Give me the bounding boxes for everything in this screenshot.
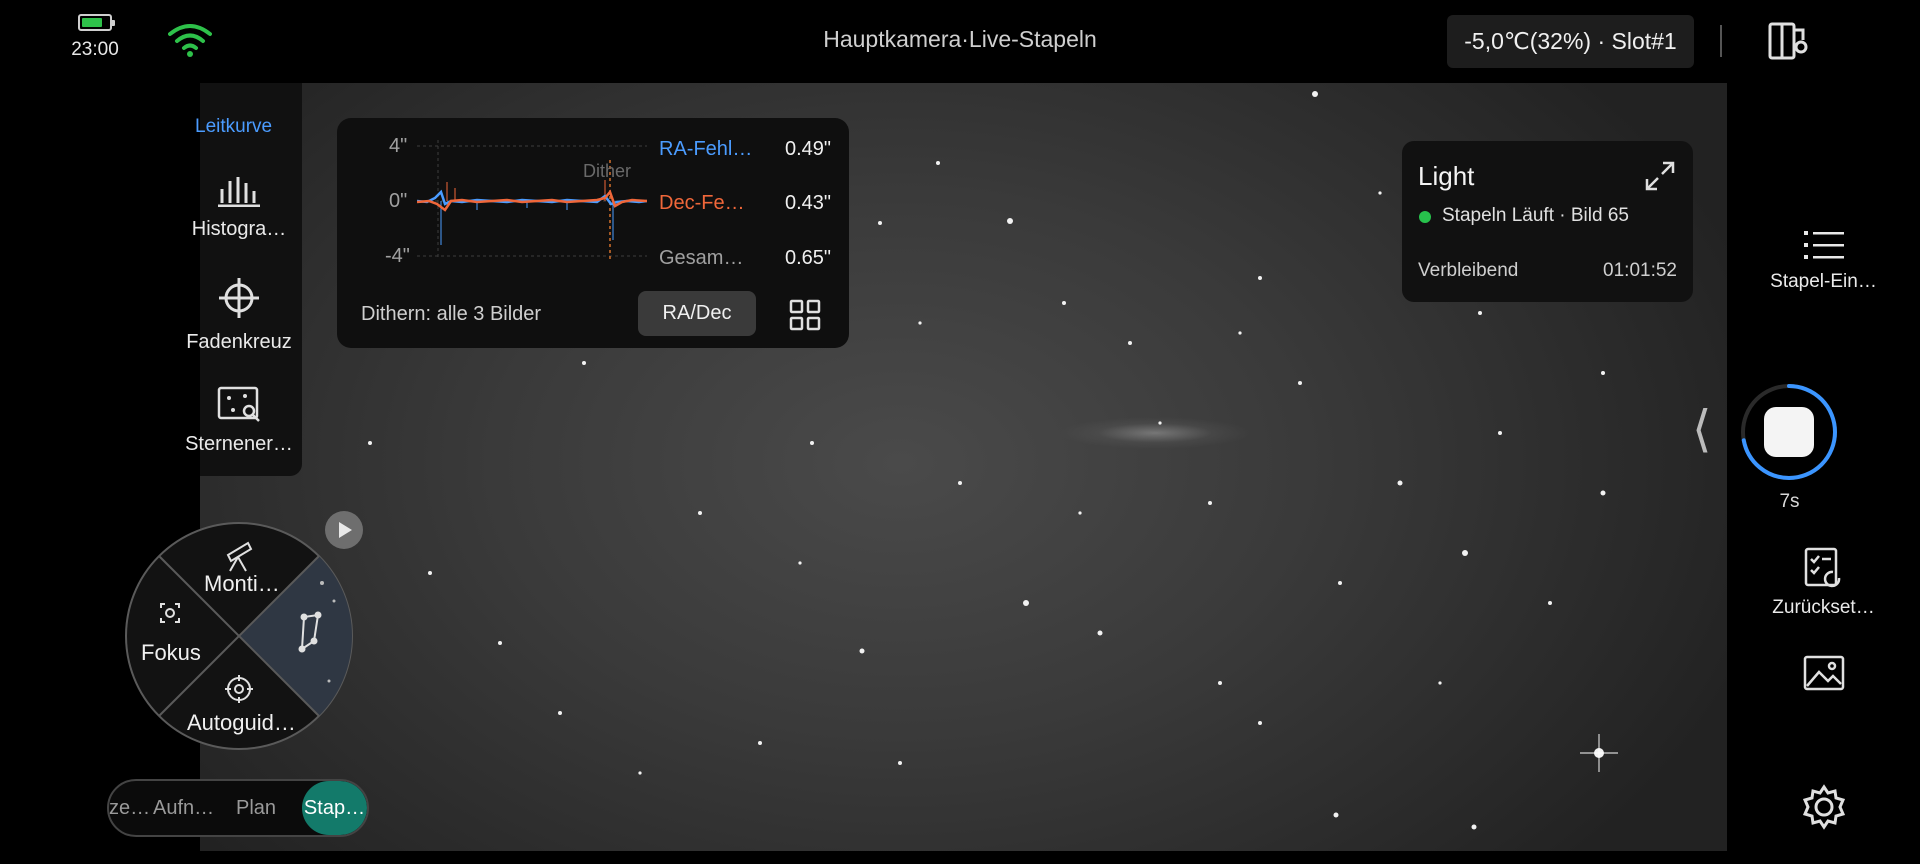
- guide-graph-panel: 4" 0" -4" Dither RA-Fehl… 0.49" Dec-Fe… …: [337, 118, 849, 348]
- mode-tab-0[interactable]: ze…: [109, 781, 150, 835]
- y-tick-bottom: -4": [385, 245, 410, 267]
- dither-marker: Dither: [583, 161, 632, 181]
- top-bar: 23:00 Hauptkamera·Live-Stapeln -5,0℃(32%…: [0, 0, 1920, 83]
- expand-icon[interactable]: [1645, 161, 1675, 191]
- reset-label: Zurückset…: [1772, 597, 1875, 618]
- status-dot: [1419, 211, 1431, 223]
- reset-button[interactable]: Zurückset…: [1727, 546, 1920, 619]
- crosshair-button[interactable]: Fadenkreuz: [180, 276, 298, 354]
- mode-switcher: ze… Aufn… Plan Stap…: [107, 779, 369, 837]
- star-detection-label: Sternener…: [185, 433, 293, 455]
- remaining-label: Verbleibend: [1418, 260, 1519, 281]
- ra-error-value: 0.49": [785, 138, 832, 160]
- light-status-card: Light Stapeln Läuft · Bild 65 Verbleiben…: [1402, 141, 1693, 302]
- dither-interval: Dithern: alle 3 Bilder: [361, 303, 542, 325]
- remaining-value: 01:01:52: [1603, 260, 1677, 281]
- image-gallery-icon: [1803, 655, 1844, 691]
- battery-fill: [82, 18, 103, 27]
- guide-error-graph: [417, 140, 647, 260]
- collapse-chevron-icon[interactable]: ⟨: [1692, 400, 1712, 458]
- grid-layout-icon[interactable]: [789, 299, 821, 331]
- light-title: Light: [1418, 161, 1475, 191]
- mode-tab-plan[interactable]: Plan: [236, 781, 276, 835]
- stacking-status: Stapeln Läuft · Bild 65: [1442, 205, 1629, 226]
- y-tick-top: 4": [389, 135, 408, 157]
- ra-dec-toggle-button[interactable]: RA/Dec: [638, 291, 756, 336]
- mount-label[interactable]: Monti…: [204, 571, 280, 597]
- y-tick-mid: 0": [389, 190, 408, 212]
- header-divider: [1720, 25, 1722, 57]
- status-block: 23:00: [60, 14, 130, 61]
- settings-button[interactable]: [1727, 783, 1920, 836]
- gallery-button[interactable]: [1727, 654, 1920, 697]
- star-detection-icon: [217, 386, 260, 422]
- crosshair-label: Fadenkreuz: [186, 331, 292, 353]
- device-panel-icon[interactable]: [1765, 20, 1811, 62]
- mode-tab-stack[interactable]: Stap…: [302, 781, 367, 835]
- crosshair-icon: [219, 278, 259, 318]
- play-icon[interactable]: [325, 511, 363, 549]
- mode-tab-capture[interactable]: Aufn…: [153, 781, 214, 835]
- right-sidebar: [1727, 83, 1920, 864]
- total-error-label: Gesam…: [659, 247, 744, 269]
- battery-icon: [78, 14, 115, 31]
- page-title: Hauptkamera·Live-Stapeln: [823, 26, 1097, 52]
- star-detection-button[interactable]: Sternener…: [180, 386, 298, 456]
- autoguide-label[interactable]: Autoguid…: [187, 710, 296, 736]
- total-error-value: 0.65": [785, 247, 832, 269]
- dec-error-value: 0.43": [785, 192, 832, 214]
- exposure-time: 7s: [1779, 491, 1800, 512]
- clock: 23:00: [71, 39, 119, 60]
- tab-guide-curve[interactable]: Leitkurve: [195, 116, 272, 138]
- dec-error-label: Dec-Fe…: [659, 192, 745, 214]
- stack-settings-label: Stapel-Ein…: [1770, 271, 1877, 292]
- list-icon: [1803, 231, 1844, 259]
- histogram-button[interactable]: Histogra…: [180, 175, 298, 241]
- stop-stacking-button[interactable]: [1764, 407, 1814, 457]
- temperature-slot-chip[interactable]: -5,0℃(32%) · Slot#1: [1447, 15, 1694, 68]
- gear-icon: [1802, 784, 1845, 830]
- histogram-label: Histogra…: [191, 218, 287, 240]
- wifi-icon: [168, 24, 212, 57]
- stack-settings-button[interactable]: Stapel-Ein…: [1727, 228, 1920, 293]
- focus-label[interactable]: Fokus: [141, 640, 201, 666]
- ra-error-label: RA-Fehl…: [659, 138, 753, 160]
- histogram-icon: [218, 177, 260, 208]
- checklist-reset-icon: [1804, 547, 1840, 588]
